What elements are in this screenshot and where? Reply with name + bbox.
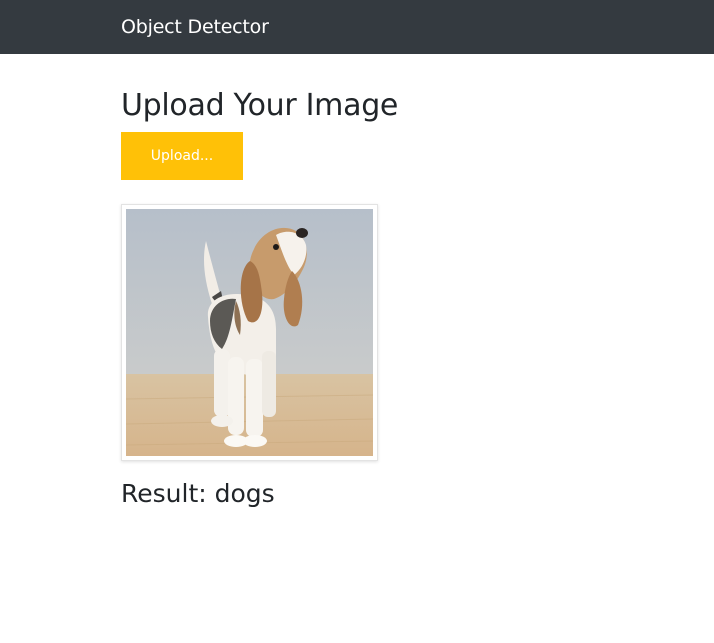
upload-button[interactable]: Upload... [121,132,243,180]
navbar: Object Detector [0,0,714,54]
result-text: Result: dogs [121,479,275,508]
page-title: Upload Your Image [121,88,399,123]
brand-link[interactable]: Object Detector [121,14,269,40]
dog-photo-image [126,209,373,456]
uploaded-image-thumbnail [121,204,378,461]
